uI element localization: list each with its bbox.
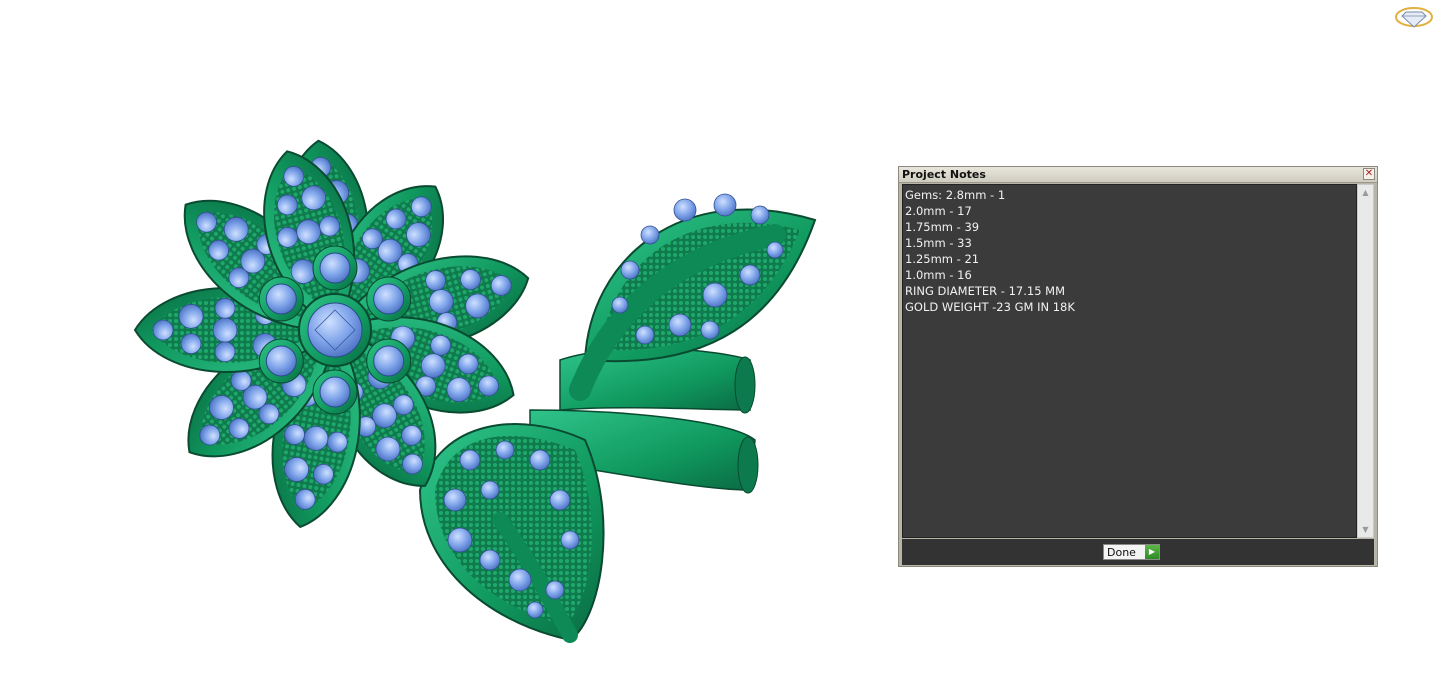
- gem: [319, 252, 351, 284]
- dialog-titlebar[interactable]: Project Notes ✕: [899, 167, 1377, 183]
- note-line: GOLD WEIGHT -23 GM IN 18K: [905, 300, 1075, 314]
- vertical-scrollbar[interactable]: ▲ ▼: [1357, 184, 1374, 538]
- done-button[interactable]: Done ▶: [1103, 544, 1160, 560]
- project-notes-dialog[interactable]: Project Notes ✕ Gems: 2.8mm - 1 2.0mm - …: [898, 166, 1378, 567]
- scroll-down-icon[interactable]: ▼: [1358, 522, 1373, 537]
- note-line: 2.0mm - 17: [905, 204, 972, 218]
- gem: [265, 283, 297, 315]
- done-button-label: Done: [1107, 546, 1136, 559]
- close-icon[interactable]: ✕: [1363, 168, 1375, 180]
- gem: [265, 345, 297, 377]
- note-line: 1.0mm - 16: [905, 268, 972, 282]
- note-line: 1.5mm - 33: [905, 236, 972, 250]
- 3d-viewport[interactable]: Project Notes ✕ Gems: 2.8mm - 1 2.0mm - …: [0, 0, 1434, 698]
- dialog-title: Project Notes: [902, 168, 986, 181]
- note-line: RING DIAMETER - 17.15 MM: [905, 284, 1066, 298]
- gem: [373, 345, 405, 377]
- diamond-logo-icon: [1395, 7, 1433, 28]
- gem: [373, 283, 405, 315]
- scroll-up-icon[interactable]: ▲: [1358, 185, 1373, 200]
- dialog-footer: Done ▶: [902, 539, 1374, 565]
- notes-textarea[interactable]: Gems: 2.8mm - 1 2.0mm - 17 1.75mm - 39 1…: [902, 184, 1357, 538]
- lower-leaf: [418, 423, 605, 643]
- note-line: 1.25mm - 21: [905, 252, 980, 266]
- gem: [319, 376, 351, 408]
- note-line: 1.75mm - 39: [905, 220, 980, 234]
- play-arrow-icon: ▶: [1145, 545, 1159, 559]
- note-line: Gems: 2.8mm - 1: [905, 188, 1006, 202]
- flower-ring-model[interactable]: [60, 60, 840, 660]
